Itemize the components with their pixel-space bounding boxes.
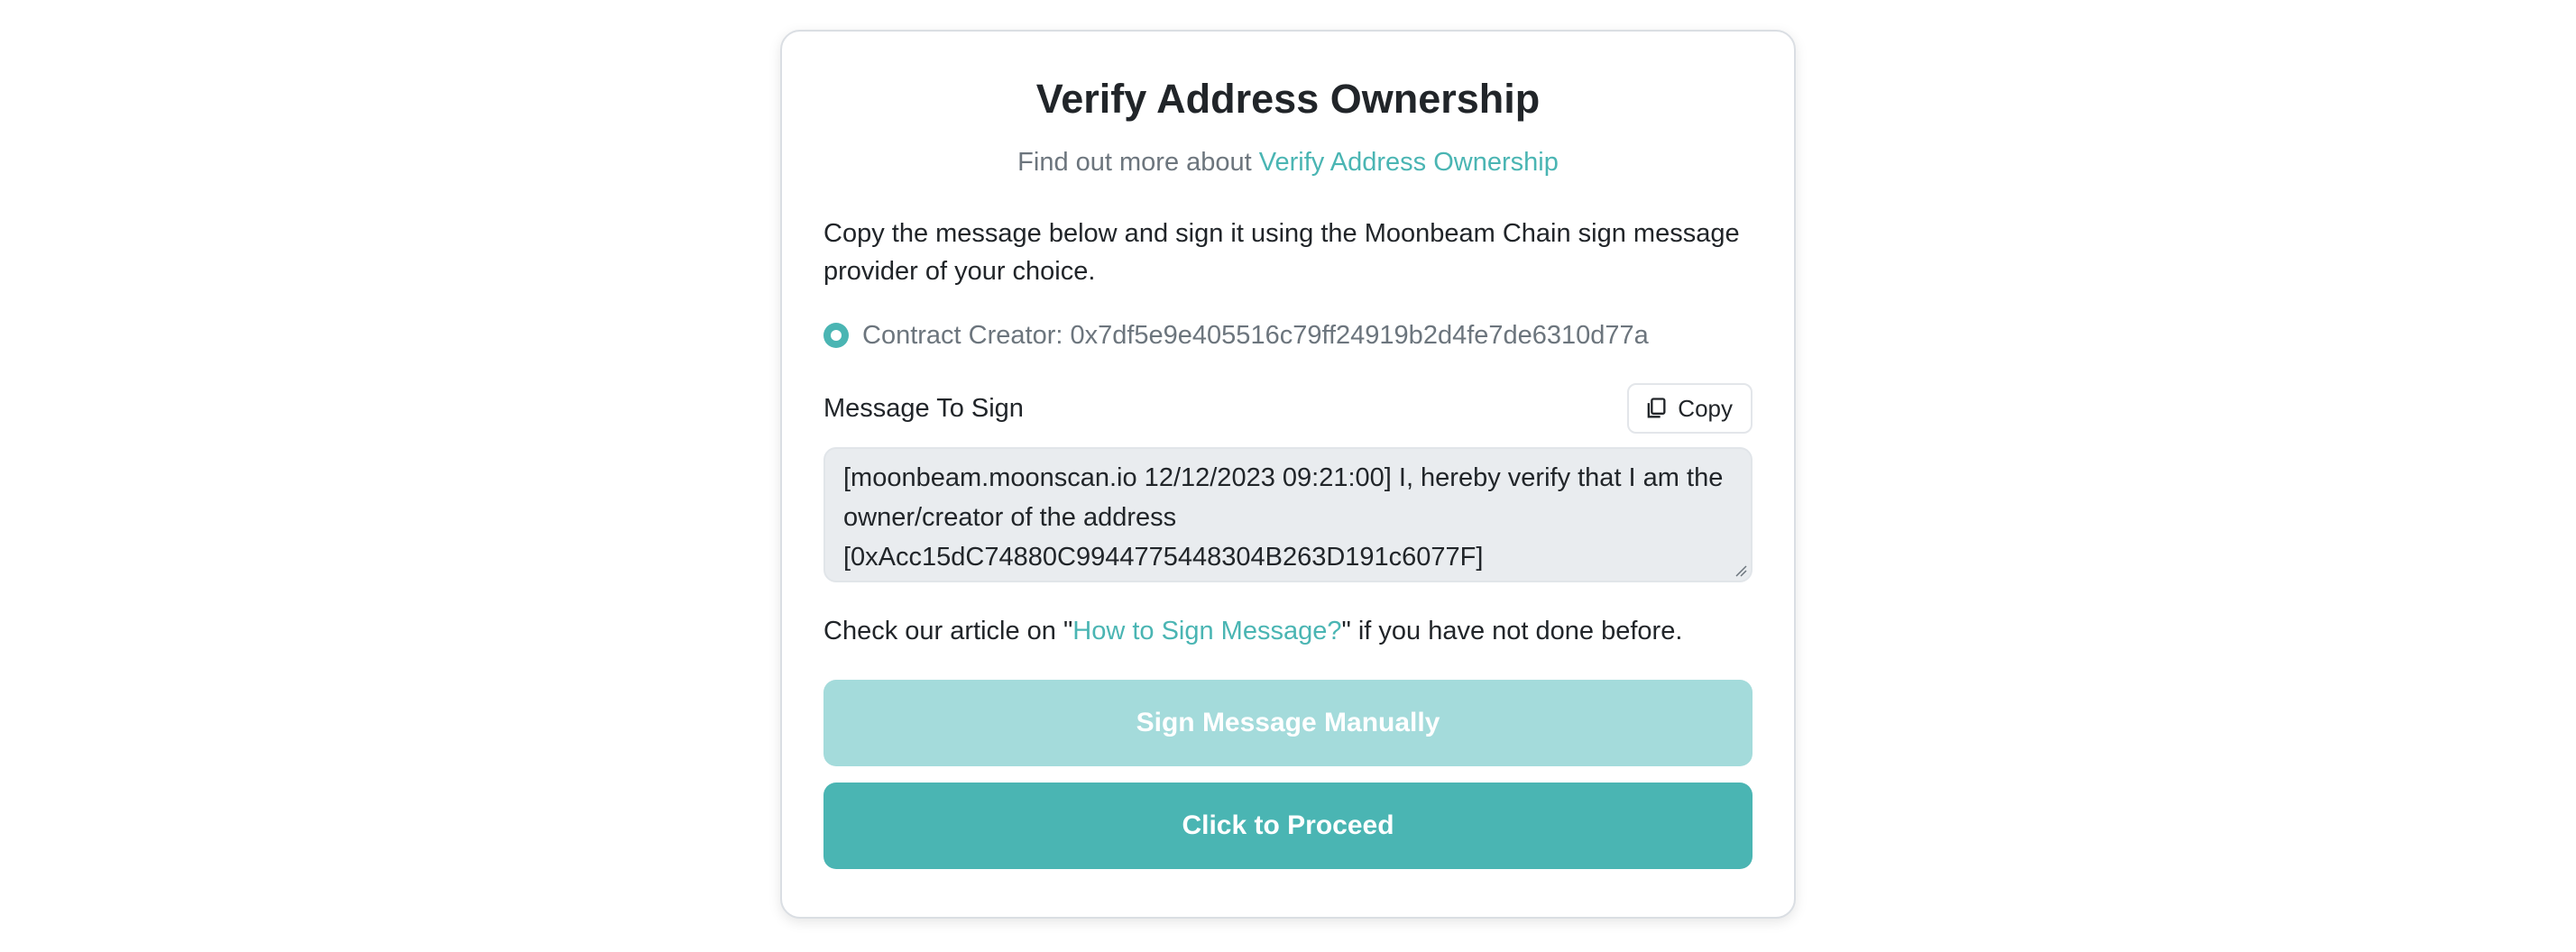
article-prefix: Check our article on " (823, 617, 1073, 645)
article-note: Check our article on "How to Sign Messag… (823, 611, 1753, 651)
subtitle: Find out more about Verify Address Owner… (823, 144, 1753, 180)
subtitle-prefix: Find out more about (1017, 148, 1259, 177)
page-title: Verify Address Ownership (1035, 76, 1541, 122)
message-label: Message To Sign (823, 393, 1024, 423)
message-header: Message To Sign Copy (823, 382, 1753, 435)
sign-message-manually-button[interactable]: Sign Message Manually (823, 680, 1753, 766)
click-to-proceed-button[interactable]: Click to Proceed (823, 783, 1753, 869)
verify-ownership-link[interactable]: Verify Address Ownership (1259, 148, 1559, 177)
message-textarea[interactable]: [moonbeam.moonscan.io 12/12/2023 09:21:0… (823, 447, 1753, 582)
copy-button[interactable]: Copy (1627, 383, 1753, 434)
article-suffix: " if you have not done before. (1341, 617, 1683, 645)
copy-icon (1647, 398, 1666, 418)
copy-label: Copy (1678, 394, 1733, 422)
intro-text: Copy the message below and sign it using… (823, 219, 1740, 286)
contract-creator-label: Contract Creator: 0x7df5e9e405516c79ff24… (862, 321, 1649, 350)
message-text: [moonbeam.moonscan.io 12/12/2023 09:21:0… (843, 463, 1724, 572)
verify-ownership-card: Verify Address Ownership Find out more a… (780, 30, 1796, 919)
contract-creator-option[interactable]: Contract Creator: 0x7df5e9e405516c79ff24… (823, 316, 1753, 355)
resize-grip-icon[interactable] (1733, 563, 1747, 577)
radio-selected-icon[interactable] (823, 323, 849, 348)
how-to-sign-link[interactable]: How to Sign Message? (1072, 617, 1341, 645)
